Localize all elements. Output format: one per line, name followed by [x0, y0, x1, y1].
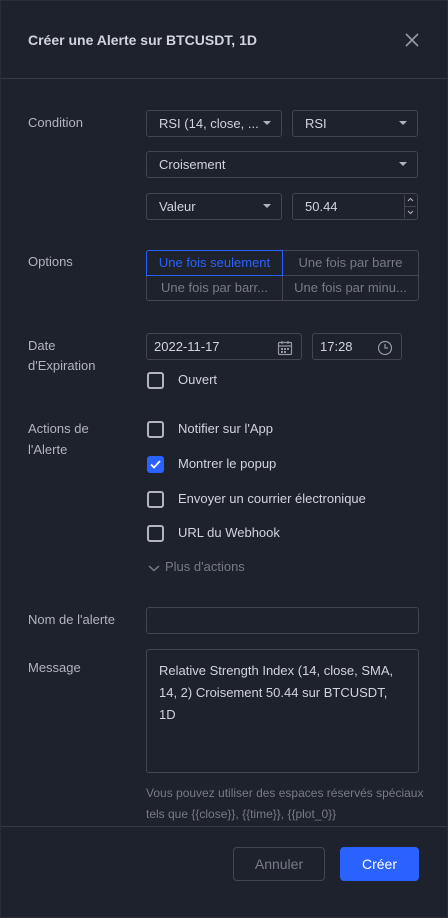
option-once-only[interactable]: Une fois seulement [146, 250, 283, 276]
open-ended-checkbox[interactable] [147, 372, 164, 389]
value-input[interactable]: 50.44 [292, 193, 418, 220]
chevron-down-icon [399, 162, 407, 166]
expiration-date-value: 2022-11-17 [154, 339, 220, 354]
actions-label-line2: l'Alerte [28, 442, 68, 457]
plot-select[interactable]: RSI [292, 110, 418, 137]
expiration-label-line2: d'Expiration [28, 358, 96, 373]
plot-select-value: RSI [305, 116, 327, 131]
create-alert-dialog: Créer une Alerte sur BTCUSDT, 1D Conditi… [0, 0, 448, 918]
expiration-date-input[interactable]: 2022-11-17 [146, 333, 302, 360]
alert-name-label: Nom de l'alerte [28, 612, 116, 627]
close-icon[interactable] [403, 31, 421, 49]
value-stepper[interactable] [404, 195, 416, 218]
value-type-select[interactable]: Valeur [146, 193, 282, 220]
chevron-up-icon[interactable] [405, 195, 416, 206]
cancel-button[interactable]: Annuler [233, 847, 325, 881]
notify-app-label: Notifier sur l'App [178, 421, 273, 436]
chevron-down-icon[interactable] [405, 206, 416, 217]
chevron-down-icon [148, 565, 160, 572]
value-type-select-value: Valeur [159, 199, 196, 214]
chevron-down-icon [263, 121, 271, 125]
show-popup-checkbox[interactable] [147, 456, 164, 473]
actions-label-line1: Actions de [28, 421, 89, 436]
message-label: Message [28, 660, 81, 675]
chevron-down-icon [399, 121, 407, 125]
operator-select-value: Croisement [159, 157, 226, 172]
message-textarea[interactable]: Relative Strength Index (14, close, SMA,… [146, 649, 419, 773]
send-email-checkbox[interactable] [147, 491, 164, 508]
expiration-time-input[interactable]: 17:28 [312, 333, 402, 360]
calendar-icon[interactable] [277, 339, 293, 356]
clock-icon[interactable] [377, 339, 393, 356]
expiration-time-value: 17:28 [320, 339, 353, 354]
expiration-label-line1: Date [28, 338, 56, 353]
alert-name-input[interactable] [146, 607, 419, 634]
show-popup-label: Montrer le popup [178, 456, 277, 471]
indicator-select[interactable]: RSI (14, close, ... [146, 110, 282, 137]
indicator-select-value: RSI (14, close, ... [159, 116, 259, 131]
message-hint: Vous pouvez utiliser des espaces réservé… [146, 786, 424, 821]
create-button[interactable]: Créer [340, 847, 419, 881]
webhook-label: URL du Webhook [178, 525, 280, 540]
option-once-per-bar-close[interactable]: Une fois par barr... [146, 275, 283, 301]
notify-app-checkbox[interactable] [147, 421, 164, 438]
condition-label: Condition [28, 115, 83, 130]
options-label: Options [28, 254, 73, 269]
checkmark-icon [150, 460, 161, 469]
open-ended-label: Ouvert [178, 372, 218, 387]
operator-select[interactable]: Croisement [146, 151, 418, 178]
dialog-header: Créer une Alerte sur BTCUSDT, 1D [1, 1, 447, 79]
option-once-per-bar[interactable]: Une fois par barre [282, 250, 419, 276]
more-actions-toggle[interactable]: Plus d'actions [147, 559, 245, 574]
dialog-footer: Annuler Créer [1, 826, 447, 918]
value-input-text: 50.44 [305, 199, 338, 214]
dialog-title: Créer une Alerte sur BTCUSDT, 1D [28, 32, 257, 48]
option-once-per-minute[interactable]: Une fois par minu... [282, 275, 419, 301]
webhook-checkbox[interactable] [147, 525, 164, 542]
more-actions-label: Plus d'actions [165, 559, 245, 574]
chevron-down-icon [263, 204, 271, 208]
send-email-label: Envoyer un courrier électronique [178, 491, 366, 506]
